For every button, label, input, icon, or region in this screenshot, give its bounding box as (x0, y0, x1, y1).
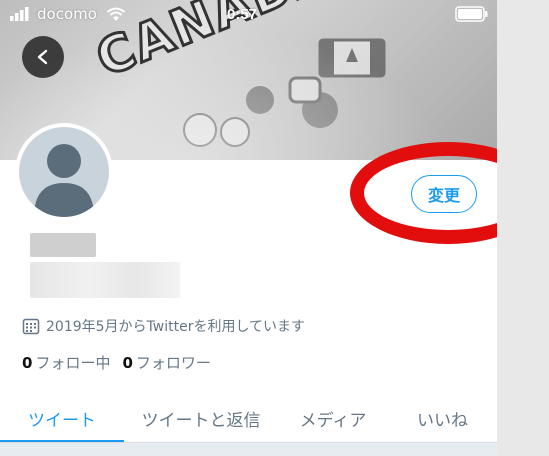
following-link[interactable]: 0 フォロー中 (22, 352, 110, 373)
side-margin (497, 0, 549, 456)
profile-tabs: ツイート ツイートと返信 メディア いいね (0, 393, 497, 443)
tab-likes[interactable]: いいね (388, 393, 497, 443)
followers-count: 0 (122, 354, 133, 372)
carrier-name: docomo (37, 5, 97, 23)
display-name-blurred (30, 233, 96, 257)
back-button[interactable] (22, 36, 64, 78)
status-time: 0:57 (227, 5, 258, 23)
following-count: 0 (22, 354, 33, 372)
twitter-profile-screen: CANADA docomo 0:57 変更 2019年5月からTwitterを利… (0, 0, 497, 456)
avatar[interactable] (15, 123, 113, 221)
signal-bars-icon (10, 7, 29, 21)
followers-label: フォロワー (135, 354, 211, 372)
following-label: フォロー中 (35, 354, 111, 372)
default-avatar-icon (34, 144, 94, 217)
username-blurred (30, 262, 180, 298)
status-bar-left: docomo (10, 4, 126, 24)
joined-text: 2019年5月からTwitterを利用しています (46, 319, 306, 335)
tab-media[interactable]: メディア (278, 393, 388, 443)
calendar-icon (22, 318, 40, 335)
joined-date: 2019年5月からTwitterを利用しています (22, 316, 305, 336)
follow-stats: 0 フォロー中 0 フォロワー (22, 352, 211, 373)
tab-tweets-and-replies[interactable]: ツイートと返信 (124, 393, 278, 443)
tab-tweets[interactable]: ツイート (0, 393, 124, 443)
wifi-icon (106, 7, 126, 21)
battery-icon (455, 6, 488, 22)
followers-link[interactable]: 0 フォロワー (122, 352, 210, 373)
back-arrow-icon (37, 49, 48, 65)
timeline-background (0, 443, 497, 456)
edit-profile-button[interactable]: 変更 (411, 175, 477, 213)
